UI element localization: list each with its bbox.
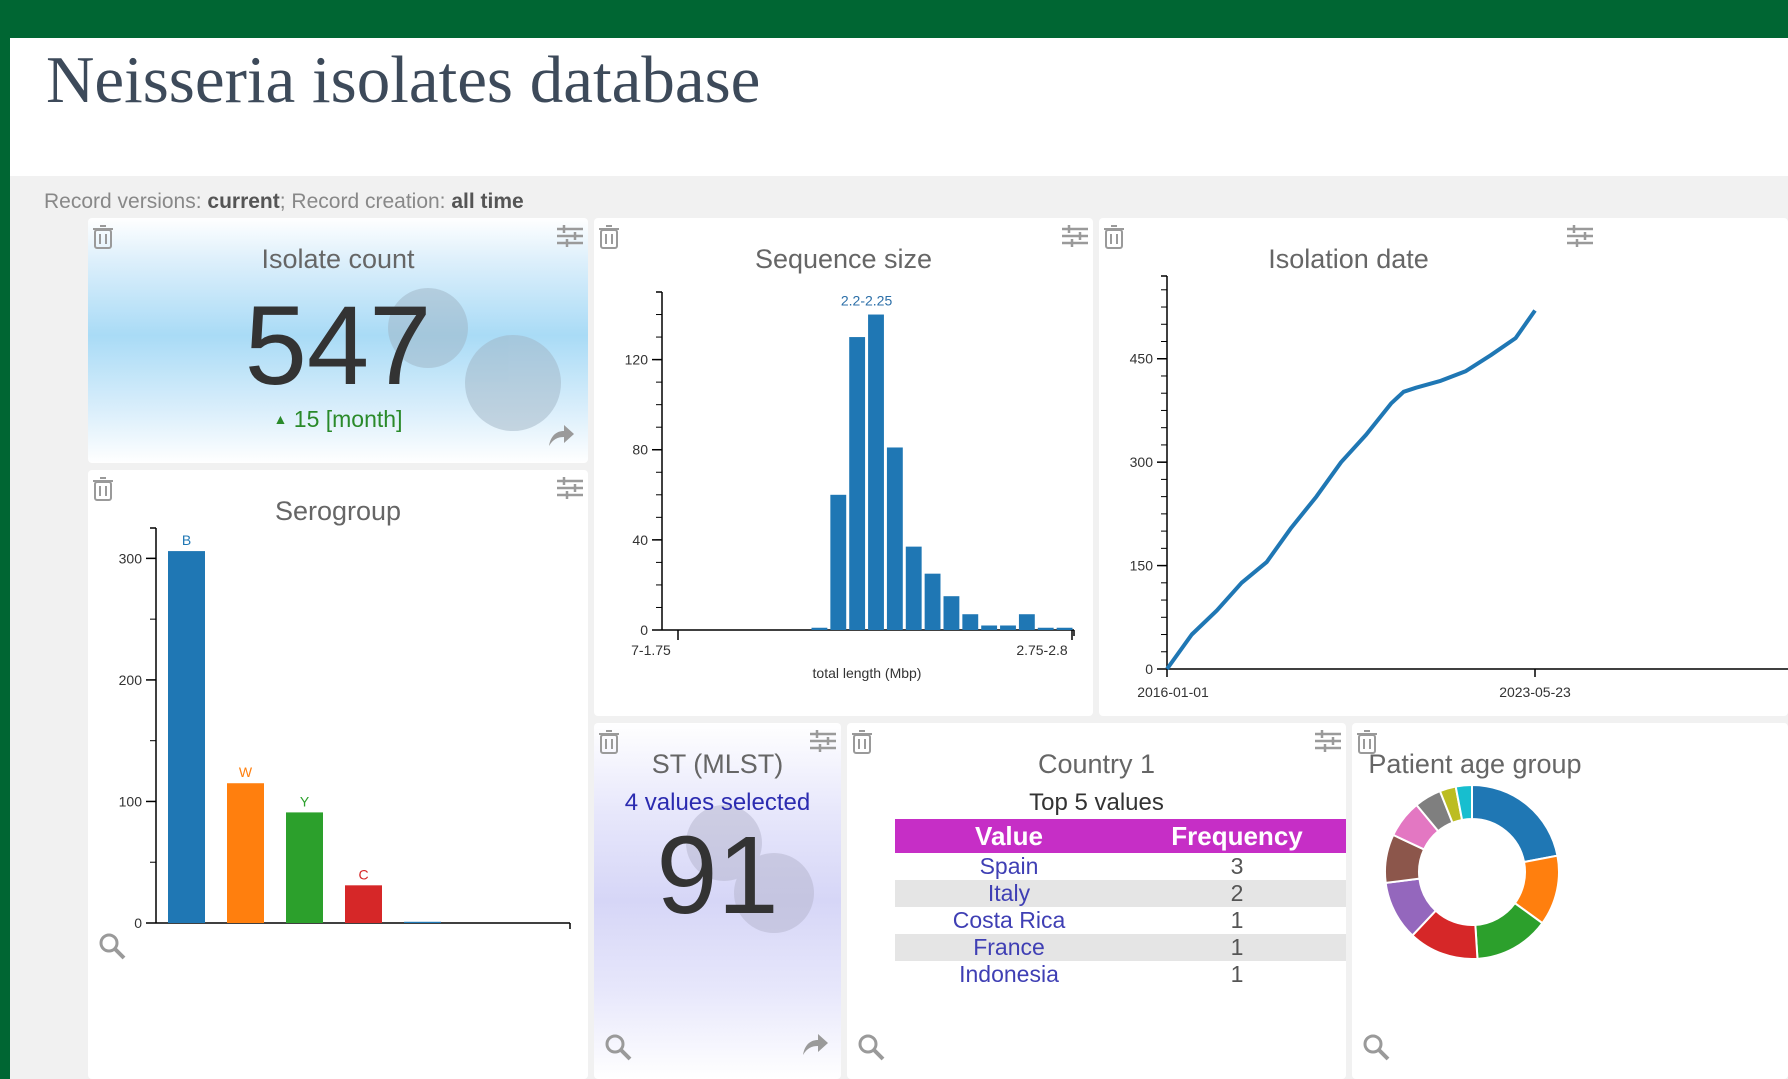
y-tick-label: 80 — [632, 442, 648, 458]
frequency-cell: 3 — [1230, 853, 1244, 879]
search-icon[interactable] — [857, 1033, 885, 1061]
trend-up-icon: ▲ — [273, 411, 288, 427]
table-caption: Top 5 values — [1029, 789, 1164, 816]
histogram-bar — [924, 573, 941, 630]
y-tick-label: 300 — [119, 550, 143, 566]
versions-label: Record versions: — [44, 190, 202, 213]
y-tick-label: 100 — [119, 793, 143, 809]
x-tick-label: 7-1.75 — [631, 642, 671, 658]
frequency-table: Value Frequency Spain 3 Italy 2 Costa Rica… — [895, 819, 1346, 988]
country-cell[interactable]: Spain — [895, 853, 1123, 880]
table-row: France 1 — [895, 934, 1346, 961]
bar-label: B — [182, 532, 191, 548]
widget-title: Isolate count — [261, 244, 415, 274]
histogram-bar — [1037, 627, 1054, 630]
creation-label: ; Record creation: — [279, 190, 446, 213]
bar-label: Y — [300, 793, 310, 809]
widget-patient-age[interactable]: Patient age group — [1352, 723, 1788, 1079]
country-cell[interactable]: Costa Rica — [895, 907, 1123, 934]
y-tick-label: 0 — [134, 915, 142, 931]
x-axis-label: total length (Mbp) — [813, 665, 922, 681]
widget-serogroup[interactable]: Serogroup 0 100 200 300 B W Y C — [88, 470, 588, 1079]
versions-value: current — [207, 190, 280, 213]
histogram-bar — [868, 314, 884, 630]
search-icon[interactable] — [1362, 1033, 1390, 1061]
table-row: Costa Rica 1 — [895, 907, 1346, 934]
y-tick-label: 450 — [1130, 351, 1154, 367]
widget-sequence-size[interactable]: Sequence size 0 40 80 120 7-1.75 2.75-2.8 tota… — [594, 218, 1093, 716]
series-line — [1165, 309, 1537, 671]
export-arrow-icon[interactable] — [800, 1031, 830, 1057]
patient-age-chart — [1384, 783, 1560, 960]
widget-st-mlst[interactable]: ST (MLST) 4 values selected 91 — [594, 723, 841, 1079]
histogram-bar — [962, 614, 979, 630]
frequency-cell: 1 — [1230, 907, 1244, 933]
st-count-value: 91 — [656, 814, 779, 937]
y-tick-label: 200 — [119, 672, 143, 688]
histogram-bar — [1000, 625, 1016, 630]
search-icon[interactable] — [604, 1033, 632, 1061]
country-cell[interactable]: Indonesia — [895, 961, 1123, 988]
column-header-value: Value — [895, 819, 1123, 853]
widget-title: ST (MLST) — [651, 749, 784, 779]
x-tick-label: 2016-01-01 — [1137, 684, 1209, 700]
serogroup-bar — [286, 812, 323, 923]
frequency-cell: 1 — [1123, 934, 1346, 961]
y-tick-label: 150 — [1130, 558, 1154, 574]
y-tick-label: 120 — [625, 352, 649, 368]
histogram-bar — [811, 627, 828, 630]
y-tick-label: 0 — [1145, 661, 1153, 677]
search-icon[interactable] — [98, 932, 126, 960]
page: Neisseria isolates database Record versi… — [10, 38, 1788, 1079]
histogram-bar — [886, 447, 903, 630]
y-tick-label: 300 — [1130, 454, 1154, 470]
isolate-count-value: 547 — [244, 283, 432, 408]
pie-slice — [1471, 783, 1559, 864]
x-tick-label: 2023-05-23 — [1499, 684, 1571, 700]
export-arrow-icon[interactable] — [546, 422, 576, 448]
table-row: Indonesia 1 — [895, 961, 1346, 988]
histogram-bar — [905, 546, 922, 630]
sequence-size-chart: 0 40 80 120 7-1.75 2.75-2.8 total length (Mbp)… — [625, 291, 1075, 681]
table-row: Italy 2 — [895, 880, 1346, 907]
serogroup-chart: 0 100 200 300 B W Y C — [119, 527, 571, 931]
isolation-date-chart: 0 150 300 450 2016-01-01 2023-05-23 — [1130, 275, 1788, 700]
histogram-bar — [981, 625, 998, 630]
creation-value: all time — [451, 190, 524, 213]
serogroup-bar — [168, 551, 205, 923]
x-tick-label: 2.75-2.8 — [1016, 642, 1068, 658]
frequency-cell: 2 — [1123, 880, 1346, 907]
histogram-bar — [943, 596, 960, 630]
y-tick-label: 40 — [632, 532, 648, 548]
country-cell[interactable]: Italy — [895, 880, 1123, 907]
serogroup-bar — [227, 783, 264, 923]
serogroup-bar — [404, 921, 441, 923]
frequency-cell: 1 — [1230, 961, 1244, 987]
widget-title: Country 1 — [1037, 749, 1156, 779]
widget-country[interactable]: Country 1 Top 5 values Value Frequency S… — [847, 723, 1346, 1079]
dashboard: Record versions: current; Record creatio… — [10, 176, 1788, 1079]
histogram-bar — [1018, 614, 1035, 630]
bar-label: W — [239, 764, 253, 780]
widget-isolate-count[interactable]: Isolate count 547 ▲ 15 [month] — [88, 218, 588, 463]
y-tick-label: 0 — [640, 622, 648, 638]
isolate-count-trend: ▲ 15 [month] — [88, 406, 588, 433]
table-row: Spain 3 — [895, 853, 1346, 880]
table-header-row: Value Frequency — [895, 819, 1346, 853]
widget-isolation-date[interactable]: Isolation date 0 150 300 450 2016-01-01 2023-… — [1099, 218, 1788, 716]
page-title: Neisseria isolates database — [46, 43, 761, 117]
histogram-bar — [849, 337, 866, 630]
peak-label: 2.2-2.25 — [841, 293, 893, 309]
trend-text: 15 [month] — [293, 406, 403, 432]
histogram-bar — [1056, 627, 1073, 630]
bar-label: C — [358, 866, 368, 882]
country-cell[interactable]: France — [895, 934, 1123, 961]
histogram-bar — [830, 494, 847, 630]
column-header-frequency: Frequency — [1123, 819, 1346, 853]
serogroup-bar — [345, 885, 382, 923]
selection-summary: 4 values selected — [624, 789, 811, 816]
filter-summary: Record versions: current; Record creatio… — [44, 190, 524, 214]
